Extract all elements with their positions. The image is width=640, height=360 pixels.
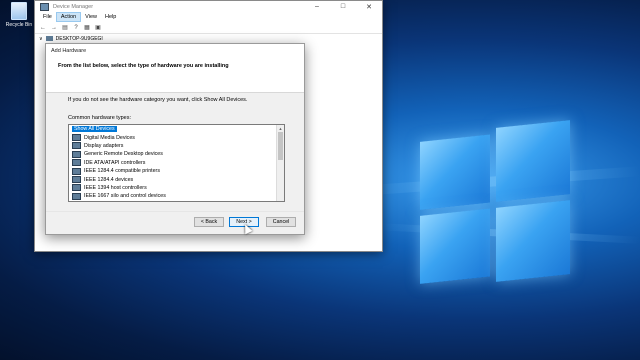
ieee-device-icon <box>72 176 81 184</box>
back-button[interactable]: < Back <box>194 217 224 227</box>
scroll-thumb[interactable] <box>278 132 283 160</box>
list-item-label: IEEE 1284.4 devices <box>84 176 134 183</box>
menu-view[interactable]: View <box>81 13 101 21</box>
list-item-label: Generic Remote Desktop devices <box>84 151 163 158</box>
dialog-hint: If you do not see the hardware category … <box>68 97 248 103</box>
dialog-header: From the list below, select the type of … <box>46 57 304 93</box>
close-button[interactable]: ✕ <box>356 1 382 12</box>
recycle-bin-icon <box>11 2 27 20</box>
add-hardware-dialog: Add Hardware From the list below, select… <box>45 43 305 235</box>
help-icon[interactable]: ? <box>72 24 80 31</box>
list-item[interactable]: Display adapters <box>69 142 284 150</box>
media-device-icon <box>72 134 81 142</box>
device-manager-icon <box>40 2 49 11</box>
list-item-label: IEEE 1394 host controllers <box>84 184 147 191</box>
remote-desktop-icon <box>72 150 81 158</box>
host-controller-icon <box>72 184 81 192</box>
menu-bar: File Action View Help <box>35 12 382 22</box>
list-item[interactable]: Generic Remote Desktop devices <box>69 150 284 158</box>
tree-root-label: DESKTOP-9U9GEGI <box>55 35 103 42</box>
toolbar: ← → ▤ ? ▦ ▣ <box>35 22 382 34</box>
dialog-title-bar[interactable]: Add Hardware <box>46 44 304 57</box>
list-item[interactable]: IEEE 1284.4 devices <box>69 175 284 184</box>
desktop-icon-label: Recycle Bin <box>5 22 33 28</box>
device-tree-root[interactable]: ∨ DESKTOP-9U9GEGI <box>35 34 382 43</box>
maximize-button[interactable]: □ <box>330 1 356 12</box>
cancel-button[interactable]: Cancel <box>266 217 296 227</box>
back-arrow-icon[interactable]: ← <box>39 24 47 31</box>
title-bar[interactable]: Device Manager – □ ✕ <box>35 1 382 12</box>
ide-controller-icon <box>72 159 81 167</box>
hardware-types-label: Common hardware types: <box>68 115 131 121</box>
scroll-up-icon[interactable]: ▲ <box>277 125 284 132</box>
list-item[interactable]: IEEE 1284.4 compatible printers <box>69 167 284 175</box>
computer-icon <box>45 36 53 41</box>
hardware-types-list[interactable]: Show All Devices Digital Media Devices D… <box>68 124 285 202</box>
silo-device-icon <box>72 192 81 200</box>
scan-hardware-icon[interactable]: ▣ <box>94 24 102 31</box>
list-item-label: IEEE 1667 silo and control devices <box>84 193 166 200</box>
list-item-label: IEEE 1284.4 compatible printers <box>84 168 160 175</box>
menu-file[interactable]: File <box>39 13 56 21</box>
minimize-button[interactable]: – <box>304 1 330 12</box>
update-driver-icon[interactable]: ▦ <box>83 24 91 31</box>
chevron-down-icon[interactable]: ∨ <box>39 36 43 42</box>
printer-icon <box>72 167 81 175</box>
menu-help[interactable]: Help <box>101 13 120 21</box>
list-item-label: IDE ATA/ATAPI controllers <box>84 159 146 166</box>
desktop: { "desktop": { "icons": [{"label": "Recy… <box>0 0 640 360</box>
menu-action[interactable]: Action <box>55 12 82 22</box>
list-item-label: Display adapters <box>84 142 124 149</box>
list-item[interactable]: IEEE 1667 silo and control devices <box>69 192 284 200</box>
list-item-label: Show All Devices <box>72 126 117 133</box>
dialog-heading: From the list below, select the type of … <box>58 63 229 69</box>
display-adapter-icon <box>72 142 81 150</box>
list-item-label: Digital Media Devices <box>84 134 135 141</box>
list-item[interactable]: Digital Media Devices <box>69 133 284 142</box>
list-item[interactable]: IDE ATA/ATAPI controllers <box>69 159 284 167</box>
desktop-icon-recycle-bin[interactable]: Recycle Bin <box>2 2 36 28</box>
forward-arrow-icon[interactable]: → <box>50 24 58 31</box>
window-title: Device Manager <box>53 3 94 10</box>
list-item[interactable]: IEEE 1394 host controllers <box>69 184 284 192</box>
list-scrollbar[interactable]: ▲ <box>276 125 284 201</box>
dialog-footer: < Back Next > Cancel <box>46 211 304 234</box>
windows-logo <box>420 120 570 288</box>
list-item[interactable]: Show All Devices <box>69 125 284 133</box>
properties-icon[interactable]: ▤ <box>61 24 69 31</box>
dialog-title: Add Hardware <box>51 47 87 54</box>
